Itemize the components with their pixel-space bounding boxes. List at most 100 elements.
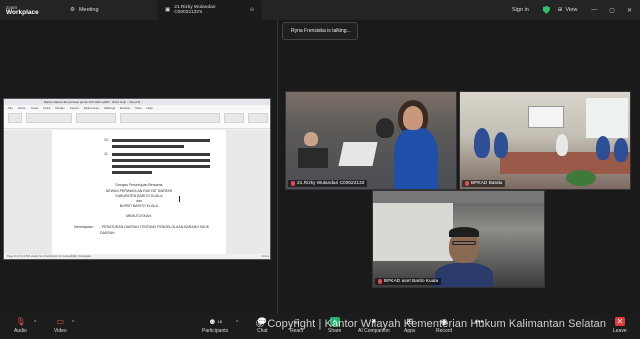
meeting-icon: ⚙ [70,7,75,13]
mic-muted-icon [378,279,382,284]
tab-shared-screen[interactable]: ▣ 21.Rizky Wulandari C00022132's ⊖ [157,0,262,20]
doc-line: Dengan Persetujuan Bersama [115,183,163,187]
copyright-watermark: © Copyright | Kantor Wilayah Kementerian… [256,318,607,330]
window-controls: — ▢ ✕ [591,7,632,14]
participant [596,136,610,160]
participant-hair [449,227,479,237]
car-ceiling [373,191,544,203]
redacted-text [112,171,152,174]
word-menu-file: File [8,105,13,110]
plant [566,170,596,186]
signin-button[interactable]: Sign in [512,7,529,13]
leave-button[interactable]: ✕ Leave [613,317,627,334]
text-cursor [179,196,180,202]
video-off-icon: ▭ [56,317,65,326]
participants-button[interactable]: ☻ 16 Participants [202,317,228,334]
status-right: Focus [261,255,269,258]
participants-icon: ☻ 16 [208,317,222,326]
doc-line: dan [136,199,142,203]
participants-count: 16 [217,319,222,324]
video-button[interactable]: ▭ Video [54,317,67,334]
redacted-text [112,153,210,156]
participant [494,132,508,158]
redacted-text [112,139,210,142]
shared-screen: Bahan Rapat Harmonisasi perda 125.2025 e… [3,98,271,260]
title-bar: zoom Workplace ⚙ Meeting ▣ 21.Rizky Wula… [0,0,640,20]
word-menu-insert: Insert [30,105,39,110]
word-document-area: 10. 11. Dengan Persetujuan Bersama DEWAN… [4,130,270,256]
screen-icon: ▣ [165,7,171,13]
participant-woman-2 [376,118,394,138]
maximize-icon[interactable]: ▢ [609,7,615,14]
menetapkan-text: : PERATURAN DAERAH TENTANG PENGELOLAAN B… [100,225,210,235]
view-button[interactable]: ⊞ View [558,7,577,13]
ribbon-styles [120,113,220,123]
video-name: BPKAD Batola [471,181,503,186]
laptop-dark [298,148,328,168]
audio-options-chevron-icon[interactable]: ^ [34,320,36,326]
participant [614,138,628,162]
menetapkan-label: Menetapkan [74,225,94,229]
titlebar-controls: Sign in ⊞ View — ▢ ✕ [512,0,640,20]
panel-divider[interactable] [277,20,278,314]
redacted-text [112,145,184,148]
participants-options-chevron-icon[interactable]: ^ [236,320,238,326]
ribbon-editing [224,113,244,123]
video-label: BPKAD aset Barito Kuala [375,278,442,285]
word-menu-review: Review [120,105,130,110]
security-shield-icon[interactable] [542,6,550,14]
talking-indicator: Ryna Frensiska is talking... [282,22,358,40]
word-menu-mailings: Mailings [104,105,116,110]
mic-muted-icon: 🎙 [15,317,26,326]
line-number-10: 10. [104,138,109,142]
word-menu-home: Home [17,105,26,110]
video-name: 21.Rizky Wulandari C00022132 [297,181,365,186]
word-statusbar: Page 10 of 13 4.551 words Text Predictio… [4,254,270,259]
participant-woman [394,128,438,189]
tab-meeting[interactable]: ⚙ Meeting [52,0,157,20]
video-tile[interactable]: BPKAD Batola [459,91,631,190]
video-tile[interactable]: 21.Rizky Wulandari C00022132 [285,91,457,190]
ribbon-font [26,113,72,123]
wall-screen [528,106,564,128]
video-label: 21.Rizky Wulandari C00022132 [288,180,368,187]
audio-label: Audio [14,328,27,334]
minimize-icon[interactable]: — [591,7,597,14]
word-page: 10. 11. Dengan Persetujuan Bersama DEWAN… [52,130,226,256]
doc-line: BUPATI BARITO KUALA [119,204,159,208]
video-options-chevron-icon[interactable]: ^ [72,320,74,326]
participants-label: Participants [202,328,229,334]
status-left: Page 10 of 13 4.551 words Text Predictio… [7,255,91,258]
ribbon-clipboard [8,113,22,123]
zoom-logo: zoom Workplace [0,5,52,16]
ribbon-addins [248,113,268,123]
participant-body [435,263,493,287]
leave-label: Leave [613,328,627,334]
doc-line: DEWAN PERWAKILAN RAKYAT DAERAH [105,189,173,193]
redacted-text [112,165,210,168]
word-menu-view: View [134,105,142,110]
video-label: BPKAD Batola [462,180,506,187]
laptop [338,142,378,166]
tab-meeting-label: Meeting [78,7,99,13]
tab-options-icon[interactable]: ⊖ [250,7,254,13]
doc-line: KABUPATEN BARITO KUALA [115,194,163,198]
participant-face [403,106,423,130]
word-menu-references: References [83,105,100,110]
mic-muted-icon [465,181,469,186]
participant [474,128,490,158]
audio-button[interactable]: 🎙 Audio [14,317,27,334]
view-label: View [565,7,578,13]
zoom-app: zoom Workplace ⚙ Meeting ▣ 21.Rizky Wula… [0,0,640,339]
glasses [452,241,476,245]
mic-muted-icon [291,181,295,186]
video-name: BPKAD aset Barito Kuala [384,279,439,284]
word-menu-design: Design [55,105,65,110]
participant-man [304,132,318,146]
close-icon[interactable]: ✕ [627,7,632,14]
brand-workplace: Workplace [6,9,39,16]
participant [556,134,568,156]
video-tile[interactable]: BPKAD aset Barito Kuala [372,190,545,288]
word-menu-draw: Draw [43,105,51,110]
table [500,152,630,174]
